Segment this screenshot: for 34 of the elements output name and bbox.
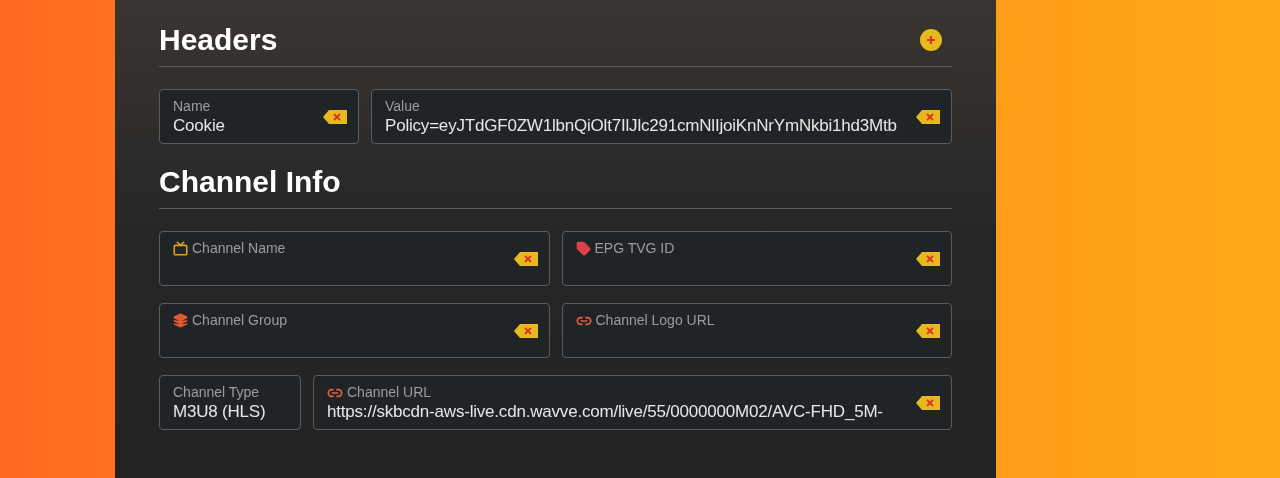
field-label: Channel Logo URL	[595, 311, 715, 330]
field-label: Name	[173, 97, 211, 116]
field-label: Channel Name	[192, 239, 286, 258]
section-title: Channel Info	[159, 164, 341, 200]
tag-icon	[575, 241, 591, 256]
clear-button[interactable]	[915, 394, 941, 411]
field-label: Channel URL	[347, 383, 432, 402]
clear-button[interactable]	[915, 108, 941, 125]
field-value: M3U8 (HLS)	[173, 401, 267, 423]
input-field[interactable]: Value Policy=eyJTdGF0ZW1lbnQiOlt7IlJlc291cmNlIjoiKnNrYmNkbi1hd3Mtb	[371, 89, 952, 144]
layers-icon	[173, 313, 188, 328]
field-label: Channel Group	[192, 311, 287, 330]
field-value: Policy=eyJTdGF0ZW1lbnQiOlt7IlJlc291cmNlIjoiKnNrYmNkbi1hd3Mtb	[385, 115, 898, 137]
clear-button[interactable]	[915, 250, 941, 267]
select-field[interactable]: Channel Type M3U8 (HLS)	[159, 375, 301, 430]
input-field[interactable]: Channel Logo URL	[561, 303, 952, 358]
input-field[interactable]: Channel Group	[159, 303, 550, 358]
field-label: Value	[385, 97, 420, 116]
section-title: Headers	[159, 22, 278, 58]
field-value: Cookie	[173, 115, 226, 137]
clear-button[interactable]	[512, 322, 539, 339]
add-button[interactable]	[920, 29, 942, 51]
input-field[interactable]: Channel Name	[159, 231, 550, 286]
input-field[interactable]: EPG TVG ID	[561, 231, 952, 286]
clear-button[interactable]	[915, 322, 941, 339]
input-field[interactable]: Name Cookie	[159, 89, 359, 144]
plus-icon	[926, 35, 936, 45]
input-field[interactable]: Channel URL https://skbcdn-aws-live.cdn.wavve.com/live/55/0000000M02/AVC-FHD_5M-	[313, 375, 952, 430]
tv-icon	[173, 241, 188, 256]
field-value: https://skbcdn-aws-live.cdn.wavve.com/live/55/0000000M02/AVC-FHD_5M-	[327, 401, 884, 423]
clear-button[interactable]	[322, 108, 348, 125]
clear-button[interactable]	[512, 250, 539, 267]
field-label: Channel Type	[173, 383, 260, 402]
field-label: EPG TVG ID	[594, 239, 675, 258]
